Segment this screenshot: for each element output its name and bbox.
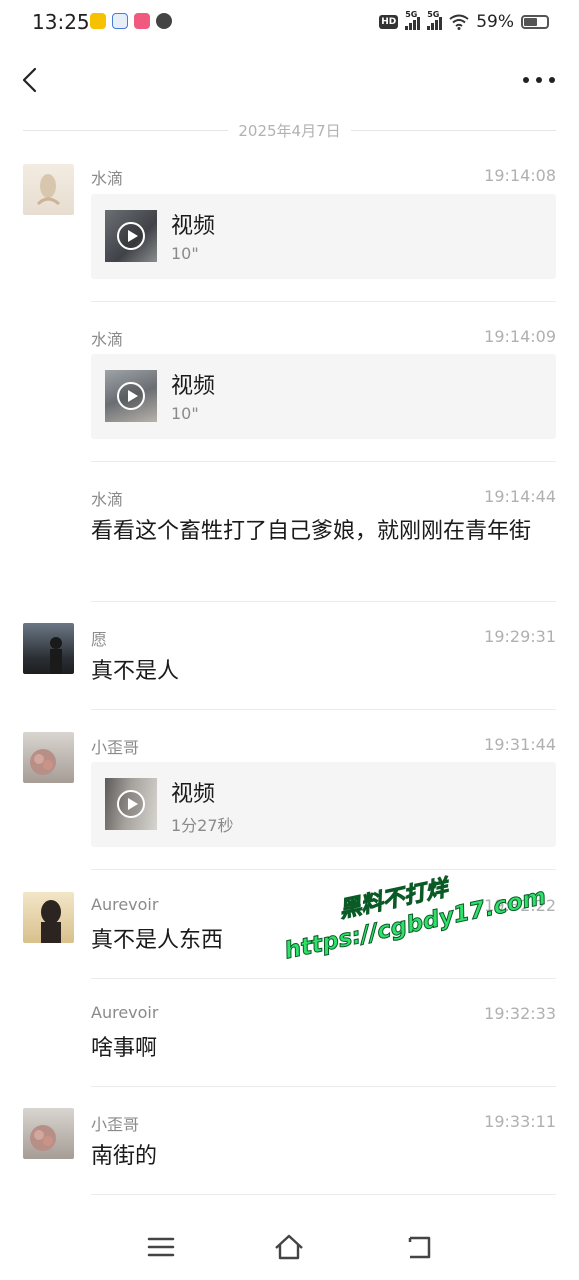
video-duration: 10" <box>171 404 199 423</box>
message-separator <box>91 1194 556 1195</box>
divider-line <box>23 129 229 131</box>
avatar[interactable] <box>23 732 74 783</box>
system-nav-bar <box>0 1212 579 1280</box>
video-title: 视频 <box>171 214 216 239</box>
watermark-title: 黑料不打烊 <box>337 875 451 924</box>
notification-icons <box>90 13 172 29</box>
battery-icon <box>521 15 549 29</box>
avatar[interactable] <box>23 164 74 215</box>
message-time: 19:32:33 <box>484 1004 556 1023</box>
message-separator <box>91 978 556 979</box>
signal-icon: 5G <box>405 10 421 30</box>
message-time: 19:29:31 <box>484 627 556 646</box>
dot <box>523 77 529 83</box>
dot <box>549 77 555 83</box>
message-separator <box>91 709 556 710</box>
video-duration: 10" <box>171 244 199 263</box>
avatar[interactable] <box>23 1108 74 1159</box>
sender-name: 水滴 <box>91 490 124 509</box>
app-icon-2 <box>112 13 128 29</box>
video-title: 视频 <box>171 782 216 807</box>
sender-name: 愿 <box>91 630 108 649</box>
back-arrow-icon[interactable] <box>18 66 46 94</box>
message-text: 啥事啊 <box>91 1036 158 1061</box>
back-nav-icon[interactable] <box>402 1230 436 1264</box>
play-icon <box>117 790 145 818</box>
status-indicators: HD 5G 5G 59% <box>379 10 549 32</box>
video-duration: 1分27秒 <box>171 816 234 835</box>
divider-line <box>350 129 557 131</box>
message-time: 19:14:09 <box>484 327 556 346</box>
message-text: 真不是人 <box>91 659 180 684</box>
sender-name: 水滴 <box>91 169 124 188</box>
status-time: 13:25 <box>32 10 90 34</box>
sender-name: 水滴 <box>91 330 124 349</box>
weibo-icon <box>90 13 106 29</box>
nav-bar <box>0 56 579 104</box>
message-separator <box>91 1086 556 1087</box>
message-text: 看看这个畜牲打了自己爹娘，就刚刚在青年街 <box>91 519 532 544</box>
video-thumbnail <box>105 210 157 262</box>
sender-name: 小歪哥 <box>91 738 140 757</box>
play-icon <box>117 382 145 410</box>
sender-name: Aurevoir <box>91 895 159 914</box>
date-label: 2025年4月7日 <box>238 121 341 140</box>
message-time: 19:14:44 <box>484 487 556 506</box>
menu-icon[interactable] <box>144 1230 178 1264</box>
watermark-overlay: 黑料不打烊 https://cgbdy17.com <box>273 844 549 986</box>
message-text: 南街的 <box>91 1144 158 1169</box>
message-separator <box>91 461 556 462</box>
video-title: 视频 <box>171 374 216 399</box>
sender-name: Aurevoir <box>91 1003 159 1022</box>
video-message-card[interactable]: 视频 10" <box>91 194 556 279</box>
more-options-button[interactable] <box>523 68 555 92</box>
video-message-card[interactable]: 视频 10" <box>91 354 556 439</box>
avatar[interactable] <box>23 623 74 674</box>
video-app-icon <box>156 13 172 29</box>
message-text: 真不是人东西 <box>91 928 224 953</box>
play-icon <box>117 222 145 250</box>
message-time: 19:32:22 <box>484 896 556 915</box>
message-separator <box>91 301 556 302</box>
video-thumbnail <box>105 370 157 422</box>
hd-badge: HD <box>379 15 399 29</box>
home-icon[interactable] <box>272 1230 306 1264</box>
date-divider: 2025年4月7日 <box>23 118 557 142</box>
video-message-card[interactable]: 视频 1分27秒 <box>91 762 556 847</box>
signal-icon-2: 5G <box>427 10 443 30</box>
message-separator <box>91 601 556 602</box>
dot <box>536 77 542 83</box>
wifi-icon <box>449 14 469 30</box>
battery-percent: 59% <box>476 12 514 32</box>
avatar[interactable] <box>23 892 74 943</box>
battery-fill <box>524 18 537 26</box>
message-time: 19:31:44 <box>484 735 556 754</box>
message-separator <box>91 869 556 870</box>
status-bar: 13:25 HD 5G 5G 59% <box>0 0 579 46</box>
app-icon-3 <box>134 13 150 29</box>
message-time: 19:33:11 <box>484 1112 556 1131</box>
message-time: 19:14:08 <box>484 166 556 185</box>
sender-name: 小歪哥 <box>91 1115 140 1134</box>
video-thumbnail <box>105 778 157 830</box>
